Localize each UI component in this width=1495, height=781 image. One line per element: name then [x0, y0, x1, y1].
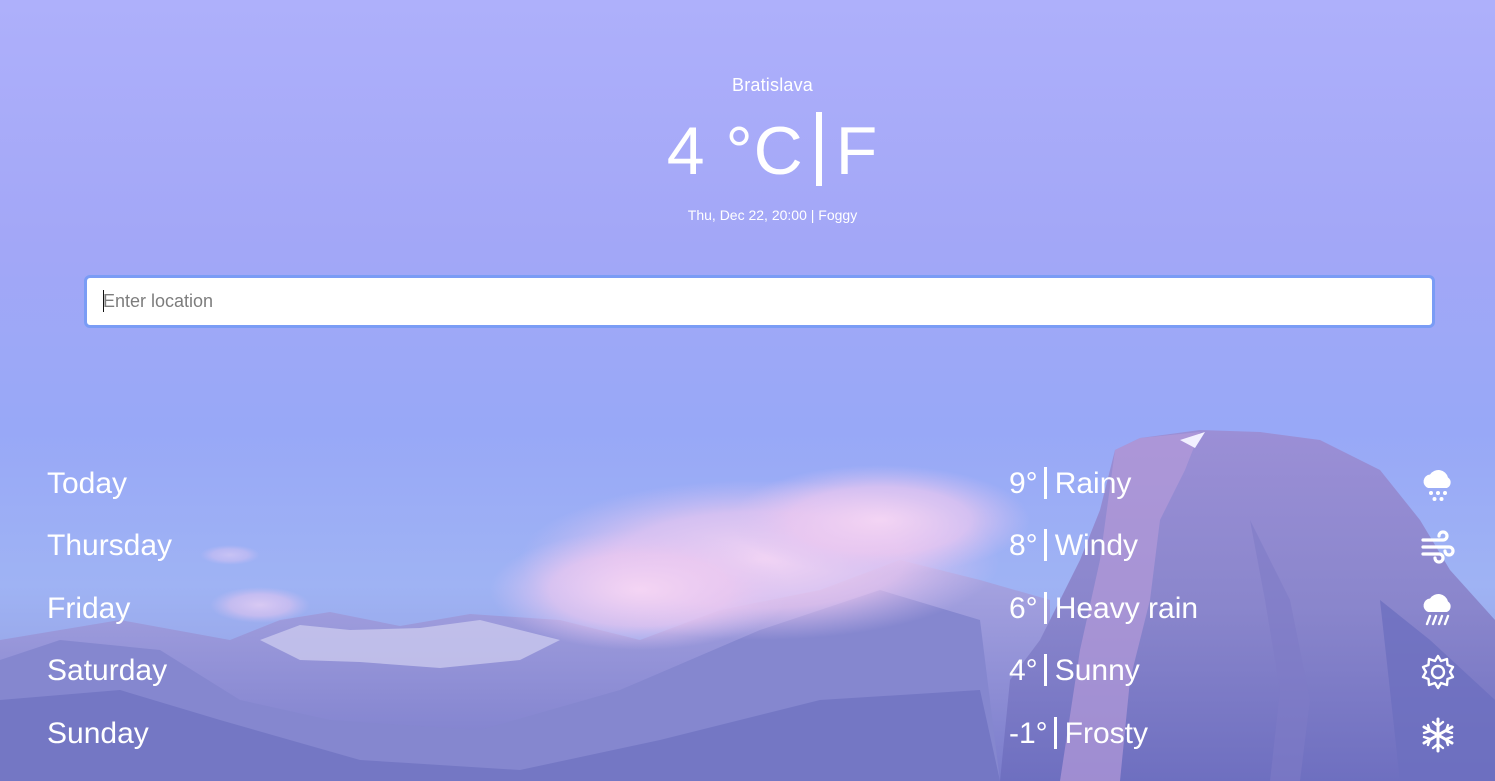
- forecast-row-saturday: Saturday 4° Sunny: [0, 646, 1495, 696]
- forecast-condition-label: Rainy: [1054, 467, 1132, 500]
- forecast-divider: [1043, 592, 1047, 624]
- forecast-temp: -1°: [1009, 717, 1048, 750]
- forecast-divider: [1043, 467, 1047, 499]
- forecast-condition: -1° Frosty: [1009, 709, 1148, 759]
- sun-icon: [1421, 654, 1455, 690]
- heavy-rain-icon: [1423, 594, 1451, 626]
- weather-app: Bratislava 4 °C F Thu, Dec 22, 20:00 | Fo…: [0, 0, 1495, 781]
- forecast-day: Today: [47, 467, 128, 500]
- forecast-day: Friday: [47, 592, 131, 625]
- forecast-temp: 4°: [1009, 654, 1038, 687]
- snowflake-icon: [1422, 717, 1454, 753]
- forecast-row-thursday: Thursday 8° Windy: [0, 521, 1495, 571]
- wind-icon: [1421, 530, 1455, 564]
- forecast-day: Thursday: [47, 529, 173, 562]
- forecast-divider: [1043, 529, 1047, 561]
- forecast-temp: 6°: [1009, 592, 1038, 625]
- forecast-divider: [1043, 654, 1047, 686]
- forecast-day: Saturday: [47, 654, 168, 687]
- forecast-condition: 6° Heavy rain: [1009, 584, 1198, 634]
- forecast-condition: 8° Windy: [1009, 521, 1138, 571]
- forecast-condition: 4° Sunny: [1009, 646, 1140, 696]
- forecast-condition: 9° Rainy: [1009, 459, 1131, 509]
- forecast-divider: [1053, 717, 1057, 749]
- forecast-temp: 8°: [1009, 529, 1038, 562]
- forecast-temp: 9°: [1009, 467, 1038, 500]
- rain-cloud-icon: [1423, 470, 1451, 501]
- forecast-row-friday: Friday 6° Heavy rain: [0, 584, 1495, 634]
- forecast-condition-label: Frosty: [1064, 717, 1149, 750]
- forecast-condition-label: Sunny: [1054, 654, 1140, 687]
- forecast-row-sunday: Sunday -1° Frosty: [0, 709, 1495, 759]
- forecast-day: Sunday: [47, 717, 149, 750]
- forecast-condition-label: Windy: [1054, 529, 1139, 562]
- forecast-row-today: Today 9° Rainy: [0, 459, 1495, 509]
- forecast-list: Today 9° Rainy Thursday 8° Windy Friday 6°…: [0, 0, 1495, 781]
- forecast-condition-label: Heavy rain: [1054, 592, 1199, 625]
